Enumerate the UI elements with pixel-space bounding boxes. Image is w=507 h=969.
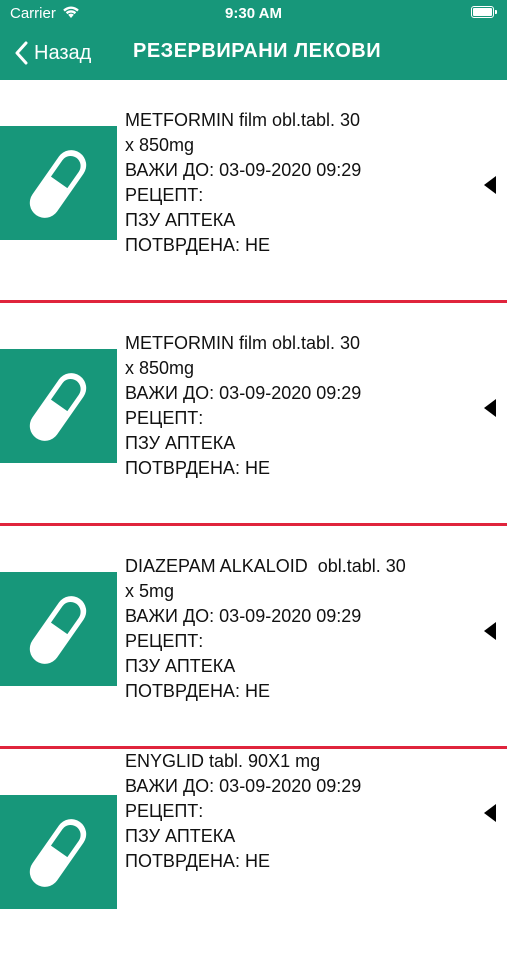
prescription-label: РЕЦЕПТ: (125, 631, 204, 651)
prescription-label: РЕЦЕПТ: (125, 185, 204, 205)
battery-icon (471, 6, 497, 18)
list-item[interactable]: METFORMIN film obl.tabl. 30 x 850mg ВАЖИ… (0, 80, 507, 300)
chevron-left-icon (15, 41, 28, 65)
clock: 9:30 AM (225, 5, 282, 22)
reserved-medicines-list: METFORMIN film obl.tabl. 30 x 850mg ВАЖИ… (0, 80, 507, 969)
medicine-name: DIAZEPAM ALKALOID obl.tabl. 30 (125, 556, 406, 576)
pharmacy-name: ПЗУ АПТЕКА (125, 210, 236, 230)
status-bar: Carrier 9:30 AM (0, 0, 507, 26)
pill-icon (0, 349, 117, 463)
confirmation-status: ПОТВРДЕНА: НЕ (125, 458, 270, 478)
page-title: РЕЗЕРВИРАНИ ЛЕКОВИ (133, 40, 382, 62)
valid-until: ВАЖИ ДО: 03-09-2020 09:29 (125, 606, 362, 626)
medicine-details: ENYGLID tabl. 90X1 mg ВАЖИ ДО: 03-09-202… (125, 749, 455, 874)
medicine-dosage: x 850mg (125, 358, 195, 378)
disclosure-arrow-icon[interactable] (483, 175, 497, 200)
back-button[interactable]: Назад (14, 38, 91, 68)
prescription-label: РЕЦЕПТ: (125, 801, 204, 821)
confirmation-status: ПОТВРДЕНА: НЕ (125, 235, 270, 255)
disclosure-arrow-icon[interactable] (483, 803, 497, 828)
medicine-dosage: x 850mg (125, 135, 195, 155)
pill-icon (0, 795, 117, 909)
list-item[interactable]: ENYGLID tabl. 90X1 mg ВАЖИ ДО: 03-09-202… (0, 749, 507, 969)
valid-until: ВАЖИ ДО: 03-09-2020 09:29 (125, 383, 362, 403)
pill-icon (0, 572, 117, 686)
disclosure-arrow-icon[interactable] (483, 621, 497, 646)
disclosure-arrow-icon[interactable] (483, 398, 497, 423)
confirmation-status: ПОТВРДЕНА: НЕ (125, 681, 270, 701)
list-item[interactable]: DIAZEPAM ALKALOID obl.tabl. 30 x 5mg ВАЖ… (0, 526, 507, 746)
medicine-dosage: x 5mg (125, 581, 175, 601)
medicine-details: DIAZEPAM ALKALOID obl.tabl. 30 x 5mg ВАЖ… (125, 554, 455, 704)
pharmacy-name: ПЗУ АПТЕКА (125, 656, 236, 676)
navigation-bar: Назад РЕЗЕРВИРАНИ ЛЕКОВИ (0, 26, 507, 80)
valid-until: ВАЖИ ДО: 03-09-2020 09:29 (125, 160, 362, 180)
pharmacy-name: ПЗУ АПТЕКА (125, 433, 236, 453)
medicine-details: METFORMIN film obl.tabl. 30 x 850mg ВАЖИ… (125, 331, 455, 481)
medicine-name: METFORMIN film obl.tabl. 30 (125, 110, 361, 130)
back-button-label: Назад (34, 41, 92, 64)
confirmation-status: ПОТВРДЕНА: НЕ (125, 851, 270, 871)
medicine-name: ENYGLID tabl. 90X1 mg (125, 751, 321, 771)
list-item[interactable]: METFORMIN film obl.tabl. 30 x 850mg ВАЖИ… (0, 303, 507, 523)
valid-until: ВАЖИ ДО: 03-09-2020 09:29 (125, 776, 362, 796)
pharmacy-name: ПЗУ АПТЕКА (125, 826, 236, 846)
medicine-name: METFORMIN film obl.tabl. 30 (125, 333, 361, 353)
prescription-label: РЕЦЕПТ: (125, 408, 204, 428)
medicine-details: METFORMIN film obl.tabl. 30 x 850mg ВАЖИ… (125, 108, 455, 258)
pill-icon (0, 126, 117, 240)
